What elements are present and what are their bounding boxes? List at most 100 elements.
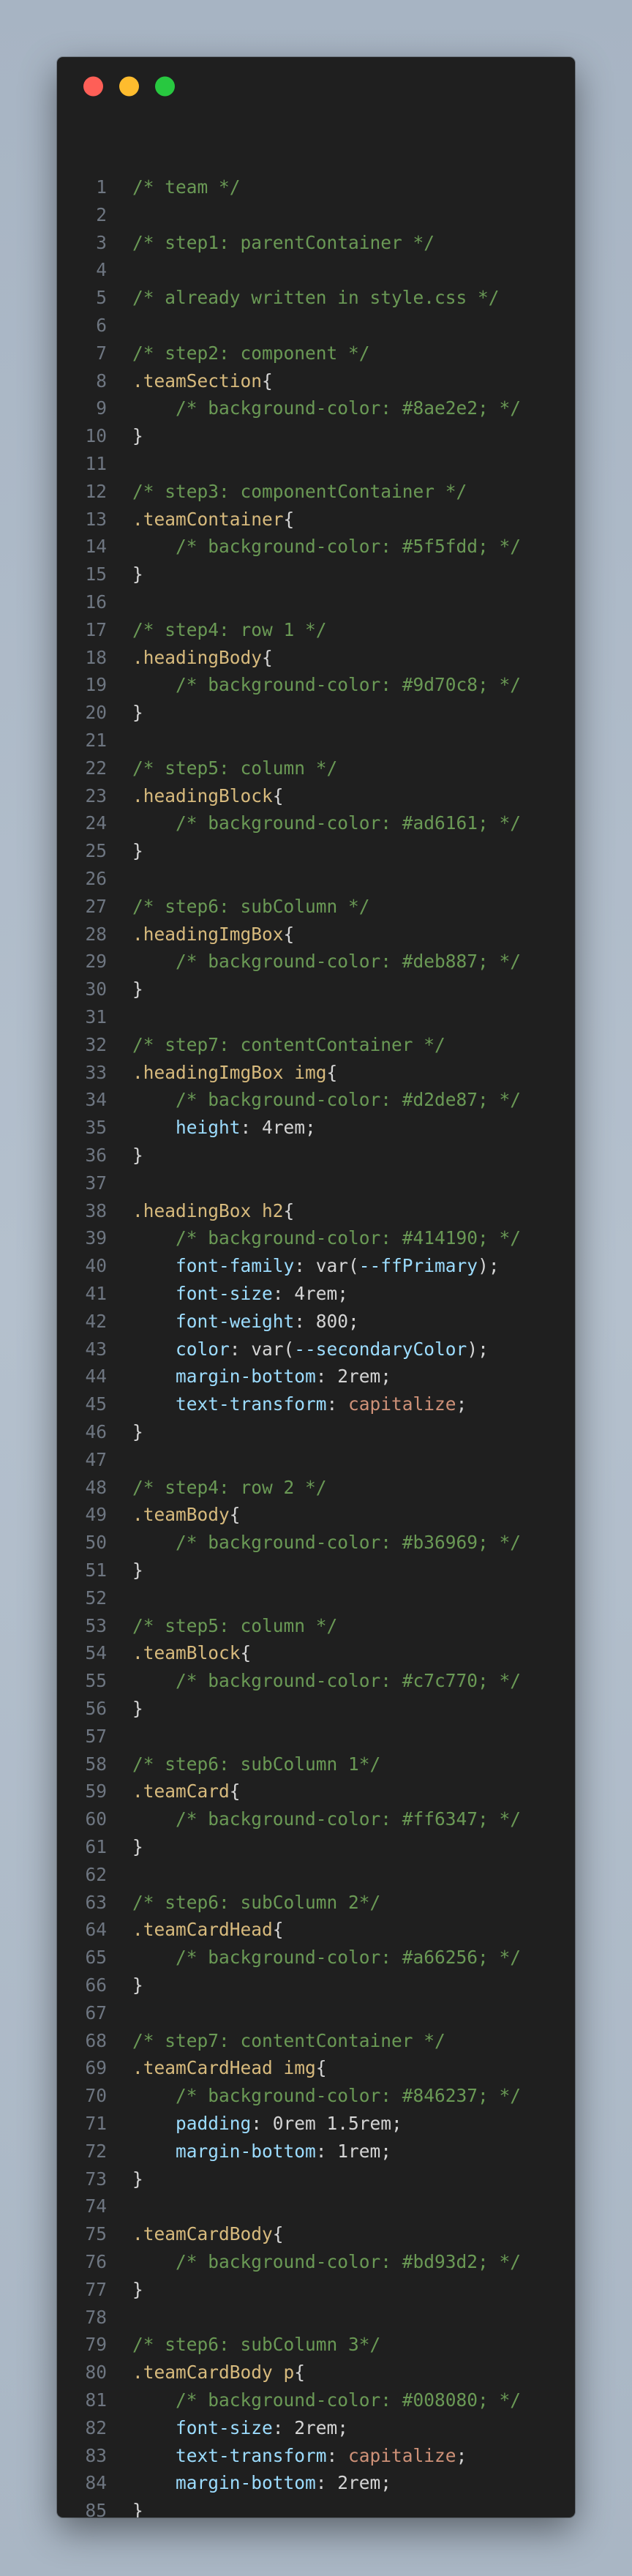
line-number: 76 bbox=[85, 2251, 107, 2272]
code-line: 69 .teamCardHead img{ bbox=[57, 2054, 575, 2082]
code-line: 60 /* background-color: #ff6347; */ bbox=[57, 1805, 575, 1833]
line-text: .headingImgBox img{ bbox=[132, 1059, 337, 1087]
code-token: } bbox=[132, 2500, 143, 2517]
line-number: 27 bbox=[85, 895, 107, 917]
line-number: 41 bbox=[85, 1283, 107, 1304]
line-text: /* step7: contentContainer */ bbox=[132, 1031, 445, 1059]
line-text: /* background-color: #9d70c8; */ bbox=[132, 671, 521, 699]
line-number: 57 bbox=[85, 1725, 107, 1747]
code-token: /* step5: column */ bbox=[132, 757, 338, 779]
line-number: 75 bbox=[85, 2223, 107, 2245]
line-text: font-size: 2rem; bbox=[132, 2414, 348, 2442]
code-token: ; bbox=[456, 2444, 467, 2466]
code-line: 78 bbox=[57, 2304, 575, 2332]
line-text: /* step5: column */ bbox=[132, 755, 337, 782]
code-token: text-transform bbox=[176, 2444, 327, 2466]
code-line: 66} bbox=[57, 1972, 575, 1999]
code-line: 6 bbox=[57, 312, 575, 340]
line-text: font-weight: 800; bbox=[132, 1308, 359, 1336]
code-token: .teamBlock bbox=[132, 1642, 241, 1664]
code-line: 49 .teamBody{ bbox=[57, 1501, 575, 1529]
code-line: 84 margin-bottom: 2rem; bbox=[57, 2469, 575, 2497]
code-token: } bbox=[132, 564, 143, 585]
code-window: 1/* team */2 3/* step1: parentContainer *… bbox=[57, 57, 575, 2517]
code-token: : 2rem; bbox=[272, 2416, 349, 2438]
code-token: /* step6: subColumn */ bbox=[132, 895, 370, 917]
code-token: margin-bottom bbox=[176, 2140, 316, 2162]
code-token: /* background-color: #d2de87; */ bbox=[176, 1089, 522, 1111]
code-token: .teamCardHead bbox=[132, 1919, 273, 1941]
code-line: 25} bbox=[57, 837, 575, 865]
code-token: ; bbox=[456, 1393, 467, 1415]
code-line: 16 bbox=[57, 588, 575, 616]
line-number: 11 bbox=[85, 453, 107, 474]
code-token: { bbox=[262, 646, 273, 668]
line-number: 64 bbox=[85, 1919, 107, 1941]
line-number: 69 bbox=[85, 2057, 107, 2079]
code-token: .teamCard bbox=[132, 1781, 230, 1802]
line-text: /* background-color: #8ae2e2; */ bbox=[132, 394, 521, 422]
code-token: font-size bbox=[176, 2416, 273, 2438]
code-token: padding bbox=[176, 2113, 252, 2134]
maximize-dot-icon[interactable] bbox=[155, 76, 175, 97]
code-token: /* background-color: #5f5fdd; */ bbox=[176, 536, 522, 558]
minimize-dot-icon[interactable] bbox=[119, 76, 139, 97]
code-line: 36} bbox=[57, 1142, 575, 1169]
line-number: 25 bbox=[85, 840, 107, 862]
code-token: { bbox=[262, 370, 273, 392]
line-number: 31 bbox=[85, 1006, 107, 1027]
code-token: } bbox=[132, 978, 143, 1000]
code-token: } bbox=[132, 1145, 143, 1166]
code-token: } bbox=[132, 2278, 143, 2300]
line-number: 15 bbox=[85, 564, 107, 585]
code-token: : 800; bbox=[294, 1310, 359, 1332]
code-line: 70 /* background-color: #846237; */ bbox=[57, 2082, 575, 2110]
code-line: 7 /* step2: component */ bbox=[57, 340, 575, 367]
line-number: 21 bbox=[85, 730, 107, 751]
line-number: 61 bbox=[85, 1836, 107, 1857]
line-number: 52 bbox=[85, 1587, 107, 1609]
code-token: /* background-color: #ff6347; */ bbox=[176, 1808, 522, 1830]
code-token: /* background-color: #deb887; */ bbox=[176, 951, 522, 973]
code-line: 17 /* step4: row 1 */ bbox=[57, 616, 575, 644]
line-text: /* background-color: #c7c770; */ bbox=[132, 1667, 521, 1695]
code-line: 80 .teamCardBody p{ bbox=[57, 2359, 575, 2386]
code-token: } bbox=[132, 840, 143, 862]
line-text: /* background-color: #846237; */ bbox=[132, 2082, 521, 2110]
line-number: 39 bbox=[85, 1227, 107, 1249]
code-token: : var( bbox=[229, 1338, 295, 1360]
line-number: 72 bbox=[85, 2140, 107, 2162]
line-text: /* background-color: #414190; */ bbox=[132, 1224, 521, 1252]
close-dot-icon[interactable] bbox=[83, 76, 103, 97]
code-line: 32 /* step7: contentContainer */ bbox=[57, 1031, 575, 1059]
line-number: 62 bbox=[85, 1863, 107, 1885]
code-line: 43 color: var(--secondaryColor); bbox=[57, 1336, 575, 1363]
code-line: 39 /* background-color: #414190; */ bbox=[57, 1224, 575, 1252]
line-text: /* step6: subColumn */ bbox=[132, 893, 370, 921]
code-line: 77} bbox=[57, 2276, 575, 2304]
code-token: : 2rem; bbox=[315, 1366, 392, 1388]
line-text: /* background-color: #ad6161; */ bbox=[132, 809, 521, 837]
code-line: 31 bbox=[57, 1003, 575, 1031]
code-line: 27 /* step6: subColumn */ bbox=[57, 893, 575, 921]
line-number: 22 bbox=[85, 757, 107, 779]
line-number: 80 bbox=[85, 2362, 107, 2384]
code-line: 56} bbox=[57, 1695, 575, 1723]
line-text: /* step6: subColumn 1*/ bbox=[132, 1751, 380, 1778]
code-token: { bbox=[294, 2362, 306, 2384]
code-token: /* step5: column */ bbox=[132, 1614, 338, 1636]
line-number: 84 bbox=[85, 2472, 107, 2494]
code-line: 71 padding: 0rem 1.5rem; bbox=[57, 2110, 575, 2138]
code-line: 53 /* step5: column */ bbox=[57, 1612, 575, 1640]
code-token: /* step6: subColumn 3*/ bbox=[132, 2334, 381, 2356]
code-line: 72 margin-bottom: 1rem; bbox=[57, 2138, 575, 2165]
line-text: } bbox=[132, 1557, 143, 1584]
code-line: 57 bbox=[57, 1723, 575, 1751]
